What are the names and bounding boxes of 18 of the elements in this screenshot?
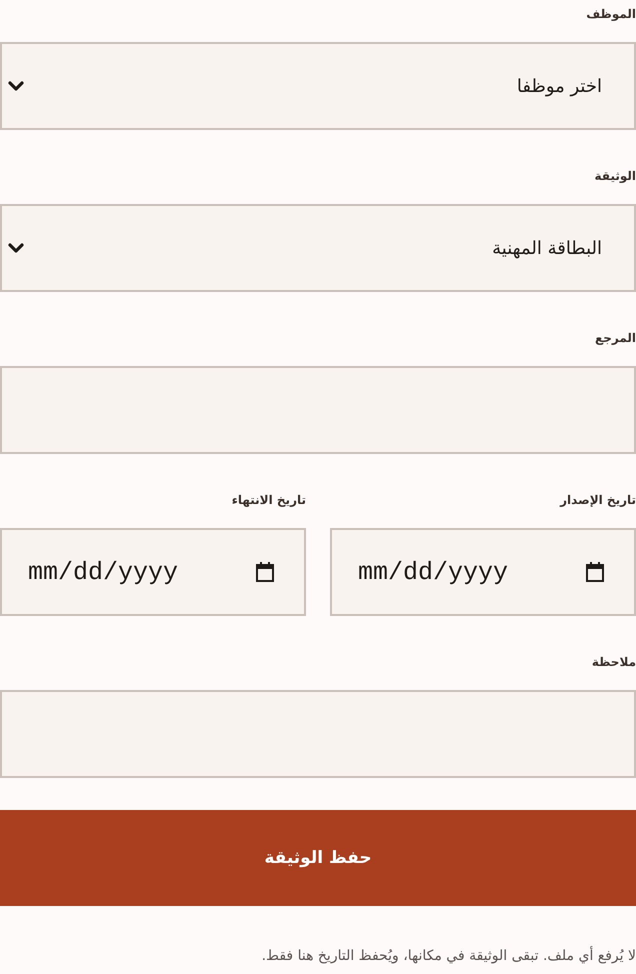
info-note: لا يُرفع أي ملف. تبقى الوثيقة في مكانها، ويُحفظ التاريخ هنا فقط. [262,946,636,966]
field-label: الوثيقة [594,168,636,185]
field-label: الموظف [586,6,636,23]
dropdown[interactable]: اختر موظفا [0,42,636,130]
dropdown[interactable]: البطاقة المهنية [0,204,636,292]
input-field[interactable] [0,690,636,778]
field-label: تاريخ الإصدار [560,492,636,509]
save-button[interactable]: حفظ الوثيقة [0,810,636,906]
field-label: تاريخ الانتهاء [232,492,306,509]
chevron-down-icon [8,80,24,92]
input-field[interactable] [0,366,636,454]
date-field[interactable]: mm/dd/yyyy [0,528,306,616]
calendar-icon[interactable] [256,562,274,582]
chevron-down-icon [8,242,24,254]
field-label: ملاحظة [592,654,636,671]
date-field[interactable]: mm/dd/yyyy [330,528,636,616]
field-label: المرجع [595,330,636,347]
calendar-icon[interactable] [586,562,604,582]
